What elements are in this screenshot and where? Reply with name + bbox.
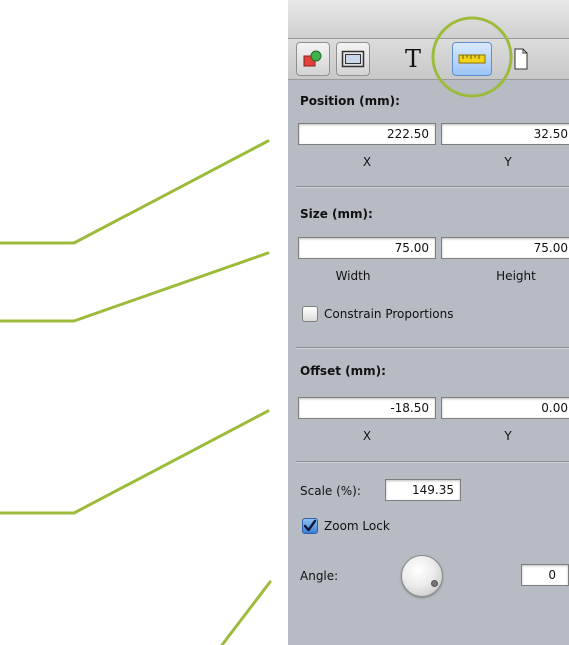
tab-frame[interactable] <box>336 42 370 76</box>
divider <box>296 347 569 349</box>
offset-y-label: Y <box>504 429 512 443</box>
tab-shapes[interactable] <box>296 42 330 76</box>
tab-text[interactable]: T <box>396 42 430 76</box>
offset-y-field[interactable]: 0.00 <box>441 397 569 419</box>
size-width-field[interactable]: 75.00 <box>298 237 436 259</box>
callout-line-offset <box>0 409 270 515</box>
page-icon <box>514 48 528 70</box>
callout-line-position <box>0 139 270 245</box>
frame-icon <box>341 50 365 68</box>
position-x-field[interactable]: 222.50 <box>298 123 436 145</box>
panel-titlebar <box>288 0 569 39</box>
scale-label: Scale (%): <box>300 484 361 498</box>
divider <box>296 461 569 463</box>
ruler-icon <box>458 54 486 64</box>
size-height-label: Height <box>496 269 536 283</box>
size-width-label: Width <box>335 269 371 283</box>
position-x-label: X <box>362 155 372 169</box>
offset-heading: Offset (mm): <box>300 364 386 378</box>
offset-x-label: X <box>362 429 372 443</box>
offset-x-field[interactable]: -18.50 <box>298 397 436 419</box>
text-tool-icon: T <box>404 45 421 73</box>
callout-line-size <box>0 251 270 323</box>
scale-field[interactable]: 149.35 <box>385 479 461 501</box>
size-heading: Size (mm): <box>300 207 373 221</box>
size-height-field[interactable]: 75.00 <box>441 237 569 259</box>
dial-marker-icon <box>431 580 438 587</box>
divider <box>296 186 569 188</box>
angle-label: Angle: <box>300 569 339 583</box>
constrain-proportions-checkbox[interactable] <box>302 306 318 322</box>
zoom-lock-label: Zoom Lock <box>324 519 390 533</box>
callout-line-angle <box>220 580 272 645</box>
tab-ruler[interactable] <box>452 42 492 76</box>
angle-field[interactable]: 0 <box>521 564 569 586</box>
position-y-label: Y <box>504 155 512 169</box>
inspector-panel: T Position (mm): 222.50 32.50 X Y Size (… <box>288 0 569 645</box>
tab-page[interactable] <box>504 42 538 76</box>
checkmark-icon <box>303 519 317 532</box>
angle-dial[interactable] <box>401 555 443 597</box>
zoom-lock-checkbox[interactable] <box>302 518 318 534</box>
constrain-proportions-label: Constrain Proportions <box>324 307 454 321</box>
position-heading: Position (mm): <box>300 94 400 108</box>
position-y-field[interactable]: 32.50 <box>441 123 569 145</box>
inspector-toolbar: T <box>288 39 569 80</box>
shapes-icon <box>303 50 322 67</box>
